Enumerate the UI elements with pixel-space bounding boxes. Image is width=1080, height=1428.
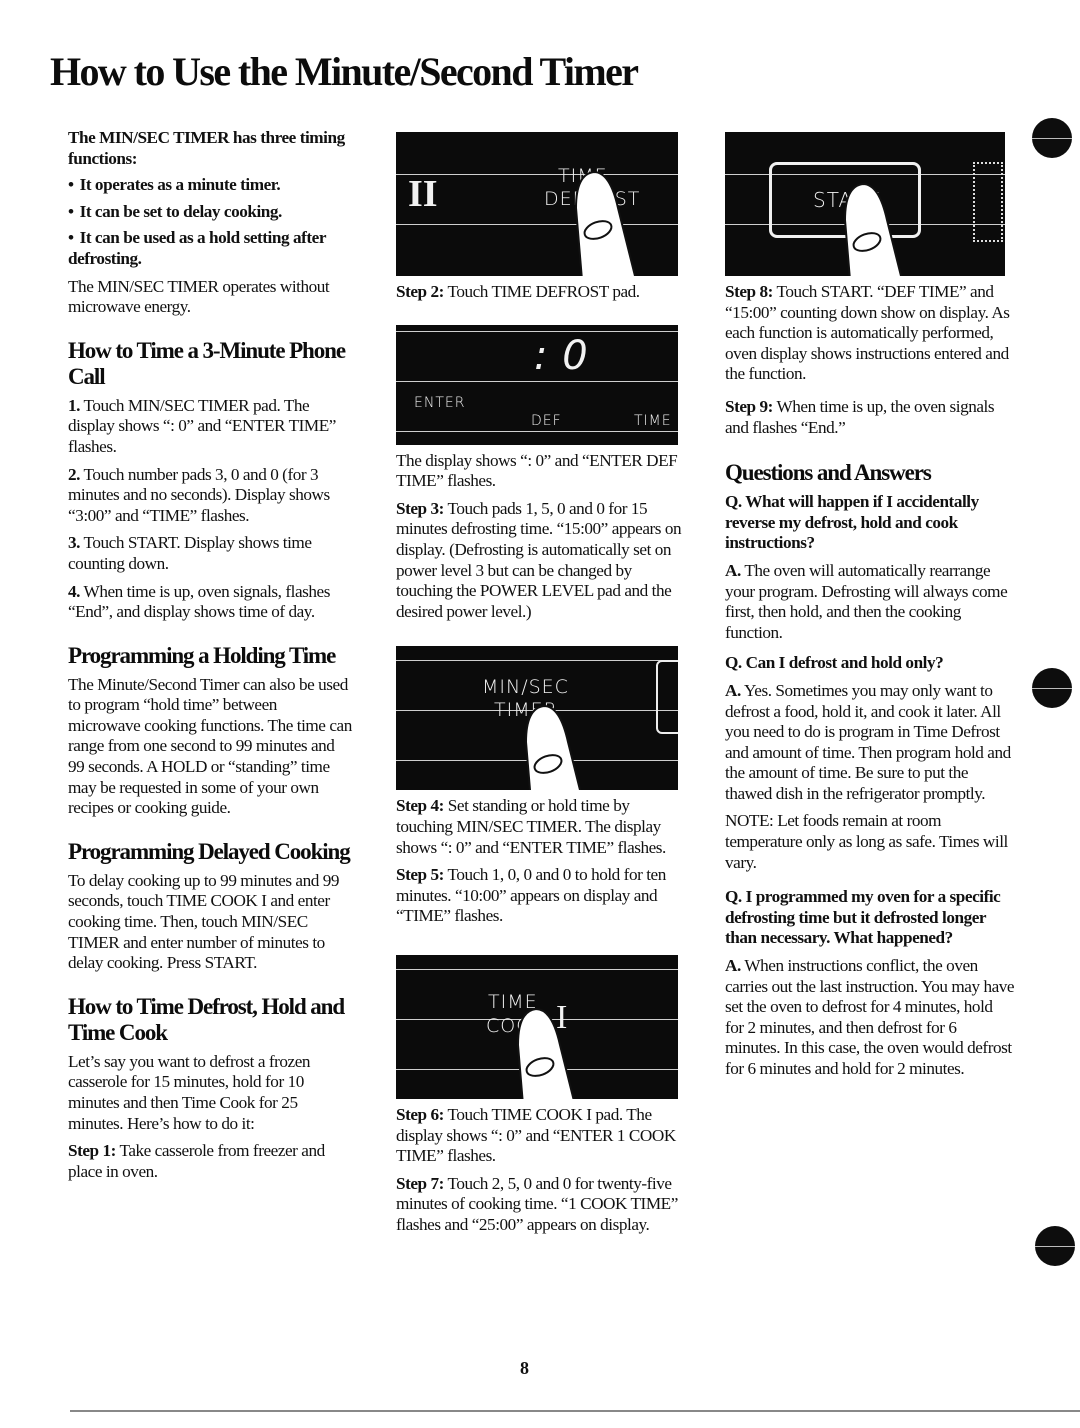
step-label: Step 3: xyxy=(396,498,444,518)
adjacent-pad-outline xyxy=(656,660,678,735)
safety-note: NOTE: Let foods remain at room temperatu… xyxy=(725,811,1008,872)
answer: A. When instructions conflict, the oven … xyxy=(725,956,1015,1080)
binder-hole-icon xyxy=(1032,118,1072,158)
step-9: Step 9: When time is up, the oven signal… xyxy=(725,397,1015,438)
list-item: It can be used as a hold setting after d… xyxy=(68,228,353,269)
step-label: Step 8: xyxy=(725,282,773,301)
timer-functions-list: It operates as a minute timer. It can be… xyxy=(68,175,353,269)
display-illustration: : 0 ENTER DEF TIME xyxy=(396,324,678,445)
timer-note: The MIN/SEC TIMER operates without micro… xyxy=(68,276,330,317)
step-number: 2. xyxy=(68,464,80,484)
step-7: Step 7: Touch 2, 5, 0 and 0 for twenty-f… xyxy=(396,1174,686,1236)
answer-label: A. xyxy=(725,680,741,700)
time-cook-pad-illustration: TIME COOK I xyxy=(396,954,678,1099)
intro-text: The MIN/SEC TIMER has three timing funct… xyxy=(68,128,345,168)
defrost-hold-cook-body: Let’s say you want to defrost a frozen c… xyxy=(68,1051,311,1133)
step-4: Step 4: Set standing or hold time by tou… xyxy=(396,796,686,858)
finger-icon xyxy=(843,182,903,276)
answer-text: The oven will automatically rearrange yo… xyxy=(725,560,1008,642)
step-6: Step 6: Touch TIME COOK I pad. The displ… xyxy=(396,1105,686,1167)
step-label: Step 9: xyxy=(725,396,773,416)
delayed-cooking-heading: Programming Delayed Cooking xyxy=(68,838,351,864)
display-def-label: DEF xyxy=(531,412,562,429)
defrost-hold-cook-heading: How to Time Defrost, Hold and Time Cook xyxy=(68,993,345,1045)
binder-hole-icon xyxy=(1035,1226,1075,1266)
step-3: Step 3: Touch pads 1, 5, 0 and 0 for 15 … xyxy=(396,499,686,623)
step-text: Touch MIN/SEC TIMER pad. The display sho… xyxy=(68,395,336,456)
display-enter-label: ENTER xyxy=(414,394,466,411)
answer-label: A. xyxy=(725,560,741,580)
question: Q. I programmed my oven for a specific d… xyxy=(725,887,1001,948)
finger-icon xyxy=(574,170,637,276)
phone-call-heading: How to Time a 3-Minute Phone Call xyxy=(68,337,346,389)
phone-step: 1. Touch MIN/SEC TIMER pad. The display … xyxy=(68,396,353,458)
step-text: Touch START. Display shows time counting… xyxy=(68,533,312,573)
display-digit: : 0 xyxy=(534,332,589,379)
step-label: Step 4: xyxy=(396,796,444,816)
holding-time-heading: Programming a Holding Time xyxy=(68,642,336,668)
adjacent-pad-outline xyxy=(973,162,1003,242)
step-label: Step 2: xyxy=(396,282,444,301)
finger-icon xyxy=(516,1007,575,1099)
answer-text: When instructions conflict, the oven car… xyxy=(725,956,1015,1078)
answer: A. Yes. Sometimes you may only want to d… xyxy=(725,681,1015,805)
step-label: Step 1: xyxy=(68,1141,116,1161)
start-pad-illustration: START xyxy=(725,132,1005,276)
step-number: 3. xyxy=(68,533,80,553)
page-number: 8 xyxy=(520,1358,529,1378)
holding-time-body: The Minute/Second Timer can also be used… xyxy=(68,674,352,818)
display-caption: The display shows “: 0” and “ENTER DEF T… xyxy=(396,450,678,491)
answer-label: A. xyxy=(725,956,741,976)
panel-label: MIN/SEC xyxy=(482,676,569,699)
min-sec-timer-pad-illustration: MIN/SEC TIMER xyxy=(396,646,678,791)
step-label: Step 6: xyxy=(396,1104,444,1124)
delayed-cooking-body: To delay cooking up to 99 minutes and 99… xyxy=(68,870,340,973)
answer: A. The oven will automatically rearrange… xyxy=(725,561,1015,643)
page-title: How to Use the Minute/Second Timer xyxy=(50,49,639,94)
time-defrost-pad-illustration: II TIME DEFROST xyxy=(396,132,678,276)
step-label: Step 5: xyxy=(396,865,444,885)
question: Q. What will happen if I accidentally re… xyxy=(725,492,979,553)
step-text: Touch number pads 3, 0 and 0 (for 3 minu… xyxy=(68,464,330,525)
step-text: When time is up, oven signals, flashes “… xyxy=(68,581,330,622)
list-item: It operates as a minute timer. xyxy=(68,175,353,196)
step-8: Step 8: Touch START. “DEF TIME” and “15:… xyxy=(725,282,1015,385)
step-2: Step 2: Touch TIME DEFROST pad. xyxy=(396,282,686,303)
finger-icon xyxy=(524,705,582,791)
step-number: 1. xyxy=(68,395,80,415)
bottom-rule xyxy=(70,1410,1080,1412)
left-column: The MIN/SEC TIMER has three timing funct… xyxy=(68,128,353,1182)
display-time-label: TIME xyxy=(634,412,672,429)
middle-column: II TIME DEFROST Step 2: Touch TIME DEFRO… xyxy=(396,132,686,1235)
step-text: Touch TIME DEFROST pad. xyxy=(447,282,640,301)
phone-step: 2. Touch number pads 3, 0 and 0 (for 3 m… xyxy=(68,465,353,527)
right-column: START Step 8: Touch START. “DEF TIME” an… xyxy=(725,132,1015,1080)
step-label: Step 7: xyxy=(396,1173,444,1193)
phone-step: 4. When time is up, oven signals, flashe… xyxy=(68,582,353,623)
qa-heading: Questions and Answers xyxy=(725,460,932,486)
list-item: It can be set to delay cooking. xyxy=(68,202,353,223)
answer-text: Yes. Sometimes you may only want to defr… xyxy=(725,680,1011,803)
binder-hole-icon xyxy=(1032,668,1072,708)
panel-roman-numeral: II xyxy=(408,173,438,215)
question: Q. Can I defrost and hold only? xyxy=(725,653,944,673)
step-number: 4. xyxy=(68,581,80,601)
phone-step: 3. Touch START. Display shows time count… xyxy=(68,533,353,574)
step-1: Step 1: Take casserole from freezer and … xyxy=(68,1141,353,1182)
step-5: Step 5: Touch 1, 0, 0 and 0 to hold for … xyxy=(396,865,686,927)
